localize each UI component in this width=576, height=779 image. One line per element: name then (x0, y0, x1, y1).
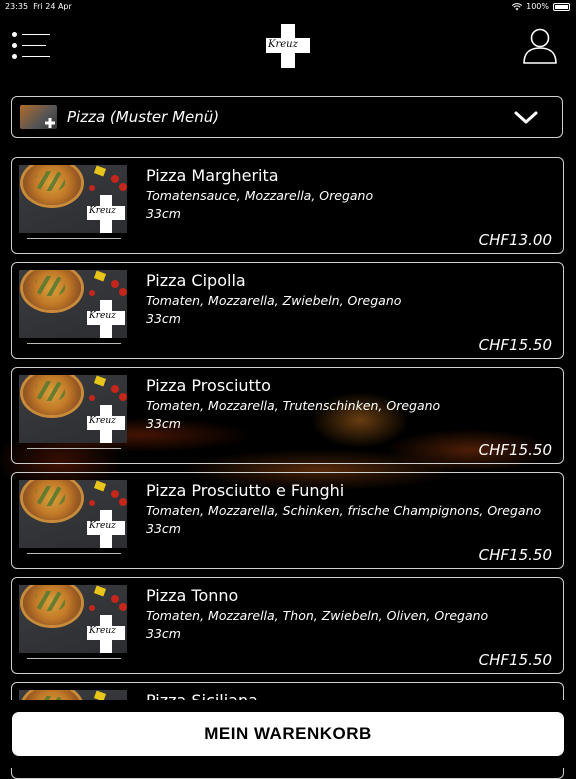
brand-logo: Kreuz (266, 24, 310, 68)
cart-button[interactable]: MEIN WARENKORB (12, 712, 564, 756)
menu-item-price: CHF15.50 (478, 546, 552, 564)
menu-item-price: CHF15.50 (478, 336, 552, 354)
menu-item-name: Pizza Tonno (146, 586, 239, 605)
chevron-down-icon[interactable] (512, 107, 540, 127)
pizza-image: Kreuz (19, 165, 127, 233)
image-underline (27, 553, 121, 554)
menu-item-description: Tomaten, Mozzarella, Schinken, frische C… (146, 503, 542, 518)
pizza-image: Kreuz (19, 375, 127, 443)
menu-item-size: 33cm (146, 626, 181, 641)
image-underline (27, 658, 121, 659)
category-label: Pizza (Muster Menü) (67, 108, 220, 126)
status-bar: 23:35 Fri 24 Apr 100% (0, 0, 576, 14)
menu-item-card[interactable]: Kreuz Pizza Prosciutto e Funghi Tomaten, M… (11, 472, 564, 569)
menu-item-description: Tomatensauce, Mozzarella, Oregano (146, 188, 374, 203)
pizza-image: Kreuz (19, 480, 127, 548)
menu-item-description: Tomaten, Mozzarella, Zwiebeln, Oregano (146, 293, 402, 308)
pizza-image: Kreuz (19, 585, 127, 653)
image-underline (27, 448, 121, 449)
menu-item-size: 33cm (146, 521, 181, 536)
category-thumbnail (20, 105, 57, 129)
menu-item-description: Tomaten, Mozzarella, Trutenschinken, Ore… (146, 398, 441, 413)
user-icon[interactable] (520, 25, 560, 65)
hamburger-menu-icon[interactable] (12, 32, 50, 60)
wifi-icon (512, 2, 523, 10)
menu-item-size: 33cm (146, 206, 181, 221)
menu-item-card[interactable]: Kreuz Pizza Cipolla Tomaten, Mozzarella, Z… (11, 262, 564, 359)
image-underline (27, 343, 121, 344)
menu-item-size: 33cm (146, 416, 181, 431)
menu-item-card[interactable]: Kreuz Pizza Tonno Tomaten, Mozzarella, Tho… (11, 577, 564, 674)
menu-item-description: Tomaten, Mozzarella, Thon, Zwiebeln, Oli… (146, 608, 489, 623)
menu-item-name: Pizza Prosciutto e Funghi (146, 481, 345, 500)
status-right: 100% (512, 2, 570, 11)
menu-item-card[interactable]: Kreuz Pizza Prosciutto Tomaten, Mozzarella… (11, 367, 564, 464)
cross-logo-icon (45, 118, 55, 128)
category-dropdown[interactable]: Pizza (Muster Menü) (11, 96, 563, 138)
menu-item-card[interactable]: Kreuz Pizza Margherita Tomatensauce, Mozza… (11, 157, 564, 254)
menu-item-size: 33cm (146, 311, 181, 326)
battery-icon (553, 2, 570, 11)
menu-item-price: CHF15.50 (478, 651, 552, 669)
logo-text: Kreuz (268, 39, 298, 50)
menu-item-price: CHF13.00 (478, 231, 552, 249)
menu-item-price: CHF15.50 (478, 441, 552, 459)
menu-item-name: Pizza Prosciutto (146, 376, 271, 395)
menu-item-name: Pizza Margherita (146, 166, 279, 185)
image-underline (27, 238, 121, 239)
pizza-image: Kreuz (19, 270, 127, 338)
menu-item-name: Pizza Cipolla (146, 271, 246, 290)
status-time: 23:35 Fri 24 Apr (5, 2, 72, 11)
battery-percent: 100% (526, 2, 549, 11)
